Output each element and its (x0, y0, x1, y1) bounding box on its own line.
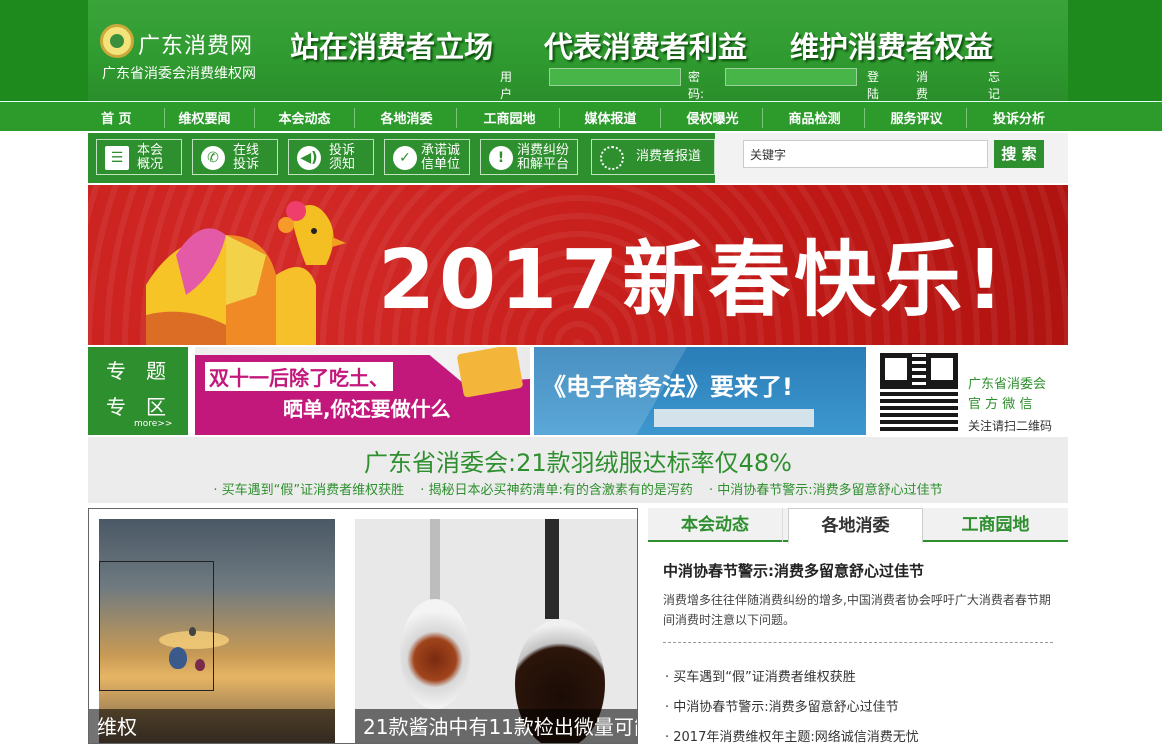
username-input[interactable] (549, 68, 681, 86)
nav-product-testing[interactable]: 商品检测 (765, 108, 865, 128)
more-link[interactable]: more>> (134, 419, 172, 429)
promo1-line1: 双十一后除了吃土、 (205, 362, 393, 391)
dispute-platform-button[interactable]: ! 消费纠纷 和解平台 (480, 139, 578, 175)
divider (663, 642, 1053, 643)
special-char-3: 专 (106, 395, 126, 419)
document-icon: ☰ (105, 146, 129, 170)
headline-link-3[interactable]: · 中消协春节警示:消费多留意舒心过佳节 (709, 483, 943, 498)
promo2-text: 《电子商务法》要来了! (542, 373, 793, 401)
nav-rights-news[interactable]: 维权要闻 (155, 108, 255, 128)
promo-double-eleven[interactable]: 双十一后除了吃土、 晒单,你还要做什么 (195, 347, 530, 435)
spoon-handle (430, 519, 440, 609)
trusted-units-label: 承诺诚 信单位 (421, 143, 461, 172)
spoon-handle (545, 519, 559, 619)
header: 广东消费网 广东省消委会消费维权网 站在消费者立场 代表消费者利益 维护消费者权… (0, 0, 1162, 152)
slogan-2: 代表消费者利益 (544, 30, 748, 64)
news-item[interactable]: · 中消协春节警示:消费多留意舒心过佳节 (665, 696, 899, 715)
wechat-line2: 官 方 微 信 (968, 397, 1033, 412)
tab-council-news[interactable]: 本会动态 (648, 508, 783, 542)
nav-industry[interactable]: 工商园地 (460, 108, 560, 128)
password-label: 密码: (688, 70, 705, 101)
special-char-4: 区 (146, 395, 166, 419)
dispute-platform-label: 消费纠纷 和解平台 (517, 143, 570, 172)
consumer-council-logo-icon (100, 24, 134, 58)
about-council-button[interactable]: ☰ 本会 概况 (96, 139, 182, 175)
password-input[interactable] (725, 68, 857, 86)
speaker-icon: ◀) (297, 146, 321, 170)
slideshow[interactable]: 维权 21款酱油中有11款检出微量可能 (88, 508, 638, 744)
news-item[interactable]: · 2017年消费维权年主题:网络诚信消费无忧 (665, 726, 919, 744)
slogan-1: 站在消费者立场 (290, 30, 494, 64)
online-complaint-button[interactable]: ✆ 在线 投诉 (192, 139, 278, 175)
news-item[interactable]: · 买车遇到“假”证消费者维权获胜 (665, 666, 856, 685)
wechat-qr-box: 广东省消委会 官 方 微 信 关注请扫二维码 (872, 347, 1068, 435)
banner-greeting: 2017新春快乐! (378, 233, 1008, 328)
complaint-notice-label: 投诉 须知 (329, 143, 356, 172)
about-council-label: 本会 概况 (137, 143, 164, 172)
header-banner: 广东消费网 广东省消委会消费维权网 站在消费者立场 代表消费者利益 维护消费者权… (88, 0, 1068, 152)
search-button[interactable]: 搜 索 (994, 140, 1044, 168)
news-tabs: 本会动态 各地消委 工商园地 中消协春节警示:消费多留意舒心过佳节 消费增多往往… (648, 508, 1068, 744)
slide-caption-b[interactable]: 21款酱油中有11款检出微量可能 (355, 709, 637, 743)
page: 广东消费网 广东省消委会消费维权网 站在消费者立场 代表消费者利益 维护消费者权… (0, 0, 1162, 744)
tab-industry[interactable]: 工商园地 (928, 508, 1063, 542)
search-input[interactable]: 关键字 (743, 140, 988, 168)
phone-icon: ✆ (201, 146, 225, 170)
nav-service-review[interactable]: 服务评议 (867, 108, 967, 128)
headline-links: · 买车遇到“假”证消费者维权获胜 · 揭秘日本必买神药清单:有的含激素有的是泻… (88, 479, 1068, 498)
nav-exposure[interactable]: 侵权曝光 (663, 108, 763, 128)
headline-box: 广东省消委会:21款羽绒服达标率仅48% · 买车遇到“假”证消费者维权获胜 ·… (88, 437, 1068, 503)
special-topics-box[interactable]: 专 题 专 区 more>> (88, 347, 188, 435)
headline-title[interactable]: 广东省消委会:21款羽绒服达标率仅48% (88, 443, 1068, 478)
headline-link-2[interactable]: · 揭秘日本必买神药清单:有的含激素有的是泻药 (420, 483, 693, 498)
complaint-notice-button[interactable]: ◀) 投诉 须知 (288, 139, 374, 175)
promo1-line2: 晒单,你还要做什么 (283, 397, 451, 421)
consumer-reports-label: 消费者报道 (636, 149, 702, 164)
exclamation-icon: ! (489, 146, 513, 170)
nav-home[interactable]: 首 页 (69, 108, 165, 128)
special-char-2: 题 (146, 359, 166, 383)
spoon-icon (400, 599, 470, 709)
nav-council-news[interactable]: 本会动态 (255, 108, 355, 128)
slogan-3: 维护消费者权益 (790, 30, 994, 64)
wechat-line1: 广东省消委会 (968, 377, 1047, 392)
qr-code-icon (880, 353, 958, 431)
login-button[interactable]: 登 陆 (867, 68, 879, 102)
tab-bar: 本会动态 各地消委 工商园地 (648, 508, 1068, 544)
main-nav: 首 页 维权要闻 本会动态 各地消委 工商园地 媒体报道 侵权曝光 商品检测 服… (0, 101, 1162, 131)
check-icon: ✓ (393, 146, 417, 170)
news-summary: 消费增多往往伴随消费纠纷的增多,中国消费者协会呼吁广大消费者春节期间消费时注意以… (663, 593, 1051, 627)
promo-ecommerce-law[interactable]: 《电子商务法》要来了! (534, 347, 866, 435)
wechat-line3: 关注请扫二维码 (968, 419, 1053, 433)
headline-link-1[interactable]: · 买车遇到“假”证消费者维权获胜 (213, 483, 404, 498)
nav-media[interactable]: 媒体报道 (561, 108, 661, 128)
consumer-reports-button[interactable]: 消费者报道 (591, 139, 715, 175)
shopping-cart-icon (654, 409, 814, 427)
quick-links-bar: ☰ 本会 概况 ✆ 在线 投诉 ◀) 投诉 须知 ✓ 承诺诚 信单位 ! 消费纠… (88, 133, 1068, 183)
tab-local-councils[interactable]: 各地消委 (788, 508, 923, 544)
photo-frame (99, 561, 214, 691)
site-name[interactable]: 广东消费网 (138, 28, 253, 60)
rooster-icon (146, 201, 346, 345)
online-complaint-label: 在线 投诉 (233, 143, 260, 172)
site-subtitle: 广东省消委会消费维权网 (102, 66, 256, 82)
nav-complaint-analysis[interactable]: 投诉分析 (969, 108, 1069, 128)
new-year-banner[interactable]: 2017新春快乐! (88, 185, 1068, 345)
special-char-1: 专 (106, 359, 126, 383)
trusted-units-button[interactable]: ✓ 承诺诚 信单位 (384, 139, 470, 175)
cc-reports-icon (600, 146, 624, 170)
nav-local-councils[interactable]: 各地消委 (357, 108, 457, 128)
slide-caption-a[interactable]: 维权 (89, 709, 335, 743)
news-title[interactable]: 中消协春节警示:消费多留意舒心过佳节 (663, 560, 924, 581)
